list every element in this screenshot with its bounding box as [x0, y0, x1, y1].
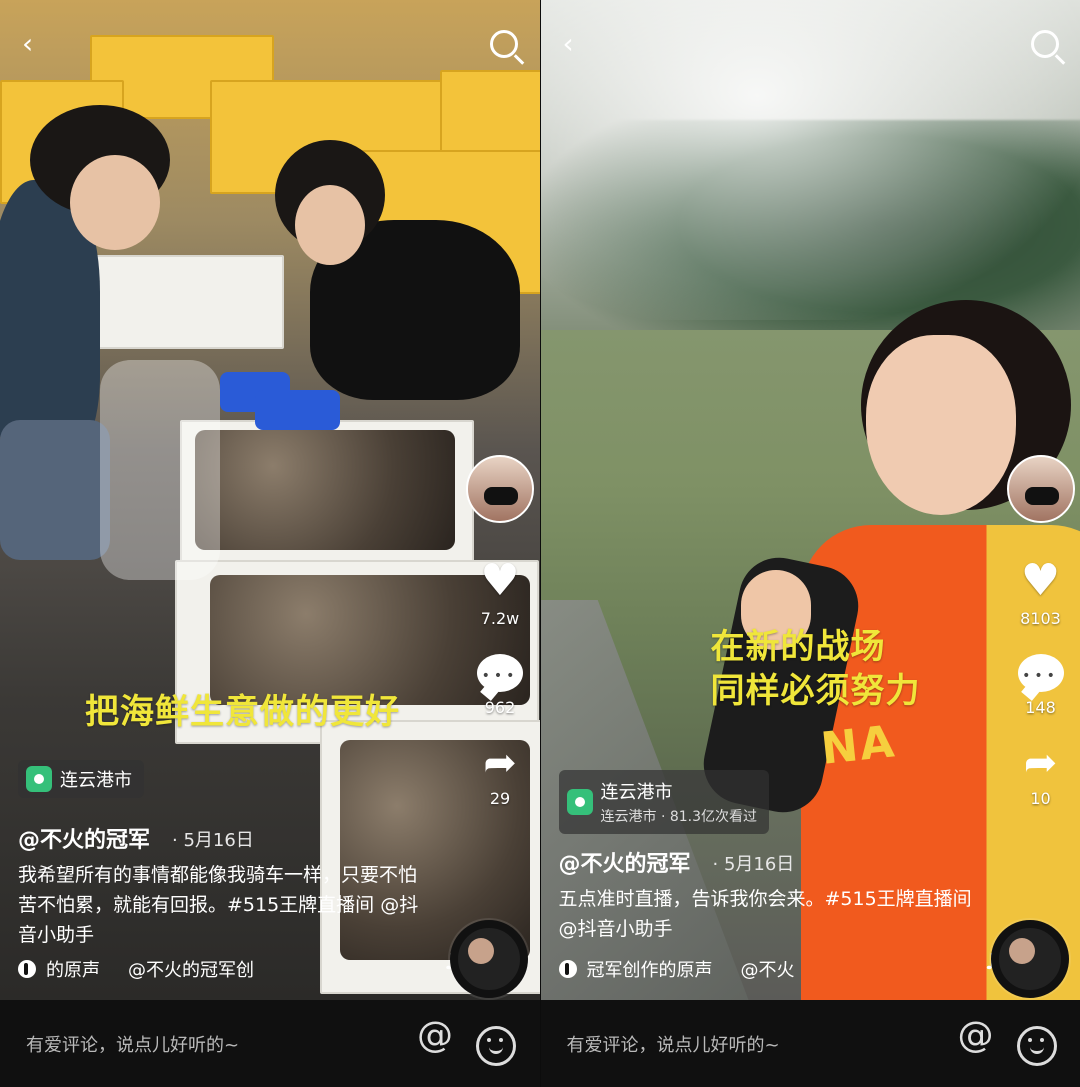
- location-name: 连云港市: [600, 782, 673, 803]
- post-date: · 5月16日: [172, 830, 254, 851]
- like-button[interactable]: ♥ 8103: [1020, 555, 1061, 629]
- post-description: 五点准时直播，告诉我你会来。#515王牌直播间 @抖音小助手: [558, 888, 972, 940]
- video-left[interactable]: ‹ 把海鲜生意做的更好 ♥ 7.2w ••• 962 ➦ 29 连云港市 @不火…: [0, 0, 540, 1000]
- music-title: 冠军创作的原声: [586, 960, 713, 981]
- video-panel-right: NA ‹ 在新的战场 同样必须努力 ♥ 8103 ••• 148 ➦ 10 连云…: [539, 0, 1080, 1087]
- comment-input[interactable]: 有爱评论，说点儿好听的~: [567, 1031, 780, 1057]
- location-tag[interactable]: 连云港市: [18, 760, 144, 798]
- blue-glove: [255, 390, 340, 430]
- location-views: 连云港市 · 81.3亿次看过: [600, 809, 758, 825]
- person-man-face: [70, 155, 160, 250]
- music-row[interactable]: 冠军创作的原声 @不火: [558, 956, 795, 982]
- comment-bar[interactable]: 有爱评论，说点儿好听的~ @: [0, 1000, 540, 1087]
- jersey-text: NA: [818, 716, 898, 775]
- heart-icon: ♥: [480, 555, 520, 606]
- comment-button[interactable]: ••• 962: [477, 654, 523, 717]
- comment-button[interactable]: ••• 148: [1017, 654, 1064, 717]
- comment-input[interactable]: 有爱评论，说点儿好听的~: [26, 1031, 239, 1057]
- music-disc-icon[interactable]: [990, 920, 1069, 998]
- tiktok-note-icon: [558, 960, 577, 978]
- action-rail: ♥ 8103 ••• 148 ➦ 10: [1001, 455, 1080, 808]
- share-count: 10: [1030, 789, 1051, 808]
- search-icon[interactable]: [490, 30, 518, 58]
- seafood: [195, 430, 455, 550]
- video-panel-left: ‹ 把海鲜生意做的更好 ♥ 7.2w ••• 962 ➦ 29 连云港市 @不火…: [0, 0, 540, 1087]
- heart-icon: ♥: [1020, 555, 1061, 606]
- person-woman-face: [295, 185, 365, 265]
- video-subtitle-line1: 在新的战场: [710, 627, 886, 667]
- like-count: 7.2w: [480, 609, 520, 628]
- emoji-icon[interactable]: [1016, 1026, 1057, 1066]
- author-name[interactable]: @不火的冠军: [559, 846, 691, 878]
- author-avatar[interactable]: [1006, 455, 1075, 523]
- share-button[interactable]: ➦ 29: [483, 743, 517, 808]
- video-subtitle-line2: 同样必须努力: [710, 671, 921, 711]
- like-button[interactable]: ♥ 7.2w: [480, 555, 520, 629]
- comment-icon: •••: [477, 654, 523, 692]
- search-icon[interactable]: [1030, 30, 1059, 58]
- at-icon[interactable]: @: [417, 1015, 453, 1056]
- share-icon: ➦: [483, 740, 517, 786]
- music-author: @不火: [740, 960, 795, 981]
- share-count: 29: [489, 789, 511, 808]
- post-description: 我希望所有的事情都能像我骑车一样，只要不怕苦不怕累，就能有回报。#515王牌直播…: [18, 864, 419, 946]
- like-count: 8103: [1020, 609, 1061, 628]
- comment-bar[interactable]: 有爱评论，说点儿好听的~ @: [540, 1000, 1080, 1087]
- share-button[interactable]: ➦ 10: [1024, 743, 1058, 808]
- rider-face: [865, 335, 1016, 515]
- video-right[interactable]: NA ‹ 在新的战场 同样必须努力 ♥ 8103 ••• 148 ➦ 10 连云…: [540, 0, 1080, 1000]
- music-author: @不火的冠军创: [128, 960, 254, 981]
- comment-count: 962: [484, 698, 516, 717]
- video-subtitle: 在新的战场 同样必须努力: [711, 625, 921, 713]
- tiktok-note-icon: [18, 960, 36, 978]
- screen: ‹ 把海鲜生意做的更好 ♥ 7.2w ••• 962 ➦ 29 连云港市 @不火…: [0, 0, 1080, 1087]
- post-date: · 5月16日: [712, 854, 795, 875]
- author-name[interactable]: @不火的冠军: [18, 822, 150, 854]
- share-icon: ➦: [1023, 740, 1058, 786]
- back-icon[interactable]: ‹: [22, 30, 33, 58]
- video-subtitle: 把海鲜生意做的更好: [85, 692, 400, 732]
- at-icon[interactable]: @: [958, 1015, 994, 1056]
- author-avatar[interactable]: [466, 455, 534, 523]
- person-man-jeans: [0, 420, 110, 560]
- music-title: 的原声: [46, 960, 100, 981]
- plastic-bag: [100, 360, 220, 580]
- emoji-icon[interactable]: [476, 1026, 516, 1066]
- action-rail: ♥ 7.2w ••• 962 ➦ 29: [460, 455, 540, 808]
- music-disc-icon[interactable]: [450, 920, 528, 998]
- comment-icon: •••: [1017, 654, 1064, 692]
- location-pin-icon: [566, 789, 593, 815]
- yellow-crate: [440, 70, 540, 154]
- comment-count: 148: [1025, 698, 1056, 717]
- location-pin-icon: [26, 766, 52, 792]
- background-mist: [540, 0, 1080, 320]
- back-icon[interactable]: ‹: [563, 30, 574, 58]
- location-tag[interactable]: 连云港市 连云港市 · 81.3亿次看过: [558, 770, 770, 834]
- location-name: 连云港市: [60, 770, 132, 791]
- music-row[interactable]: 的原声 @不火的冠军创: [18, 956, 254, 982]
